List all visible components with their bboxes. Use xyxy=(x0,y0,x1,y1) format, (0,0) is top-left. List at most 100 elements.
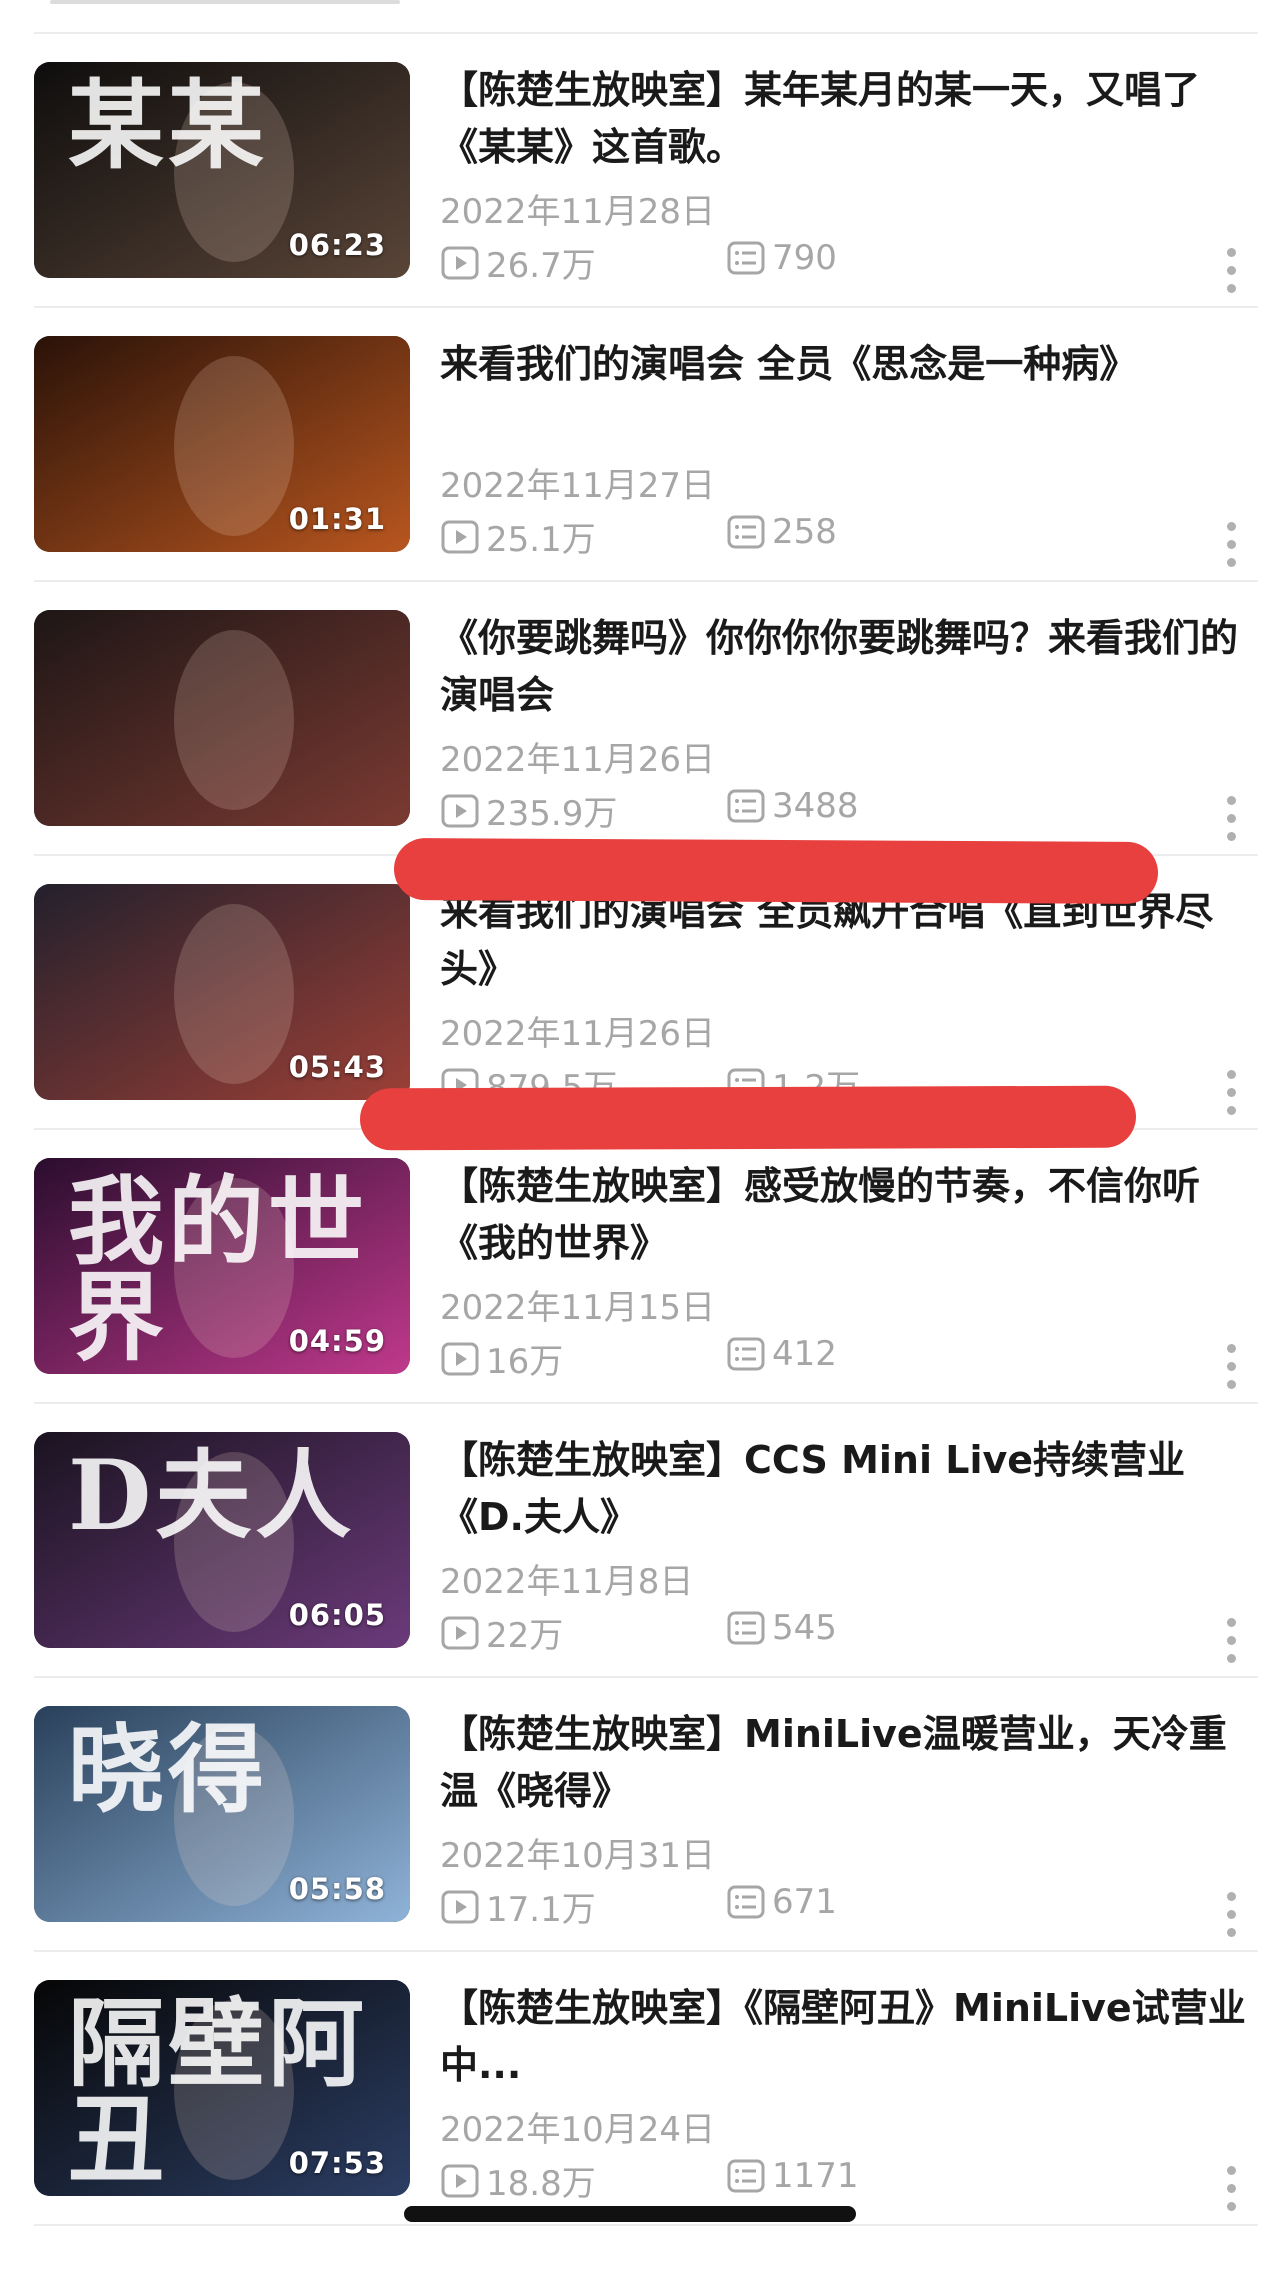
play-icon xyxy=(441,1616,479,1649)
video-duration: 06:05 xyxy=(288,1598,386,1632)
video-title[interactable]: 来看我们的演唱会 全员《思念是一种病》 xyxy=(440,336,1258,393)
upload-date: 2022年11月15日 xyxy=(440,1288,716,1328)
upload-date: 2022年11月28日 xyxy=(440,192,716,232)
comment-count: 258 xyxy=(726,512,837,552)
video-meta: 【陈楚生放映室】某年某月的某一天，又唱了《某某》这首歌。 2022年11月28日… xyxy=(440,62,1258,293)
video-title[interactable]: 【陈楚生放映室】《隔壁阿丑》MiniLive试营业中... xyxy=(440,1980,1258,2094)
view-count: 235.9万 xyxy=(440,786,617,835)
comment-count: 412 xyxy=(726,1334,837,1374)
comment-count-value: 545 xyxy=(772,1608,837,1648)
video-row[interactable]: 我的世界 04:59 【陈楚生放映室】感受放慢的节奏，不信你听《我的世界》 20… xyxy=(34,1130,1258,1404)
red-annotation-stroke xyxy=(359,1085,1137,1151)
comment-count-value: 790 xyxy=(772,238,837,278)
comment-icon xyxy=(727,789,765,823)
thumbnail-art-text: 某某 xyxy=(68,69,268,182)
comment-icon xyxy=(727,241,765,275)
video-meta: 来看我们的演唱会 全员飙升合唱《直到世界尽头》 2022年11月26日 879.… xyxy=(440,884,1258,1115)
play-icon xyxy=(441,1342,479,1375)
video-row[interactable]: 晓得 05:58 【陈楚生放映室】MiniLive温暖营业，天冷重温《晓得》 2… xyxy=(34,1678,1258,1952)
view-count-value: 18.8万 xyxy=(486,2164,596,2204)
view-count: 18.8万 xyxy=(440,2156,596,2205)
video-title[interactable]: 《你要跳舞吗》你你你你要跳舞吗？来看我们的演唱会 xyxy=(440,610,1258,724)
play-icon xyxy=(441,520,479,553)
more-options-icon[interactable] xyxy=(1226,1344,1238,1390)
view-count: 16万 xyxy=(440,1334,563,1383)
comment-icon xyxy=(727,515,765,549)
video-meta: 【陈楚生放映室】感受放慢的节奏，不信你听《我的世界》 2022年11月15日 1… xyxy=(440,1158,1258,1389)
video-thumbnail[interactable]: 某某 06:23 xyxy=(34,62,410,278)
previous-item-stub xyxy=(50,0,400,4)
video-duration: 06:23 xyxy=(288,228,386,262)
video-duration: 01:31 xyxy=(288,502,386,536)
thumbnail-art-text: D夫人 xyxy=(68,1439,356,1552)
thumbnail-art-text: 晓得 xyxy=(68,1713,268,1826)
play-icon xyxy=(441,794,479,827)
comment-count: 790 xyxy=(726,238,837,278)
comment-icon xyxy=(727,1611,765,1645)
comment-count: 1171 xyxy=(726,2156,859,2196)
video-meta: 来看我们的演唱会 全员《思念是一种病》 2022年11月27日 25.1万 25… xyxy=(440,336,1258,567)
view-count-value: 235.9万 xyxy=(486,794,618,834)
play-icon xyxy=(441,1890,479,1923)
more-options-icon[interactable] xyxy=(1226,1618,1238,1664)
upload-date: 2022年11月26日 xyxy=(440,1014,716,1054)
view-count: 25.1万 xyxy=(440,512,596,561)
thumbnail-figure xyxy=(174,356,294,536)
video-row[interactable]: 某某 06:23 【陈楚生放映室】某年某月的某一天，又唱了《某某》这首歌。 20… xyxy=(34,34,1258,308)
comment-count: 671 xyxy=(726,1882,837,1922)
view-count-value: 22万 xyxy=(486,1616,564,1656)
comment-icon xyxy=(727,2159,765,2193)
video-duration: 05:43 xyxy=(288,1050,386,1084)
view-count-value: 17.1万 xyxy=(486,1890,596,1930)
video-row[interactable]: 《你要跳舞吗》你你你你要跳舞吗？来看我们的演唱会 2022年11月26日 235… xyxy=(34,582,1258,856)
upload-date: 2022年11月27日 xyxy=(440,466,716,506)
more-options-icon[interactable] xyxy=(1226,248,1238,294)
more-options-icon[interactable] xyxy=(1226,2166,1238,2212)
video-thumbnail[interactable]: D夫人 06:05 xyxy=(34,1432,410,1648)
video-thumbnail[interactable]: 隔壁阿丑 07:53 xyxy=(34,1980,410,2196)
video-thumbnail[interactable]: 01:31 xyxy=(34,336,410,552)
view-count: 22万 xyxy=(440,1608,563,1657)
thumbnail-figure xyxy=(174,904,294,1084)
video-meta: 【陈楚生放映室】CCS Mini Live持续营业《D.夫人》 2022年11月… xyxy=(440,1432,1258,1663)
video-thumbnail[interactable]: 我的世界 04:59 xyxy=(34,1158,410,1374)
view-count-value: 25.1万 xyxy=(486,520,596,560)
more-options-icon[interactable] xyxy=(1226,522,1238,568)
comment-count-value: 258 xyxy=(772,512,837,552)
comment-count: 3488 xyxy=(726,786,859,826)
more-options-icon[interactable] xyxy=(1226,796,1238,842)
video-title[interactable]: 【陈楚生放映室】感受放慢的节奏，不信你听《我的世界》 xyxy=(440,1158,1258,1272)
play-icon xyxy=(441,246,479,279)
video-thumbnail[interactable]: 05:43 xyxy=(34,884,410,1100)
video-title[interactable]: 【陈楚生放映室】某年某月的某一天，又唱了《某某》这首歌。 xyxy=(440,62,1258,176)
comment-count: 545 xyxy=(726,1608,837,1648)
upload-date: 2022年11月26日 xyxy=(440,740,716,780)
upload-date: 2022年11月8日 xyxy=(440,1562,694,1602)
comment-icon xyxy=(727,1885,765,1919)
comment-count-value: 671 xyxy=(772,1882,837,1922)
more-options-icon[interactable] xyxy=(1226,1892,1238,1938)
video-row[interactable]: 隔壁阿丑 07:53 【陈楚生放映室】《隔壁阿丑》MiniLive试营业中...… xyxy=(34,1952,1258,2226)
video-title[interactable]: 【陈楚生放映室】CCS Mini Live持续营业《D.夫人》 xyxy=(440,1432,1258,1546)
video-meta: 【陈楚生放映室】《隔壁阿丑》MiniLive试营业中... 2022年10月24… xyxy=(440,1980,1258,2211)
upload-date: 2022年10月24日 xyxy=(440,2110,716,2150)
view-count: 26.7万 xyxy=(440,238,596,287)
video-row[interactable]: D夫人 06:05 【陈楚生放映室】CCS Mini Live持续营业《D.夫人… xyxy=(34,1404,1258,1678)
red-annotation-stroke xyxy=(393,838,1159,904)
view-count-value: 16万 xyxy=(486,1342,564,1382)
video-duration: 07:53 xyxy=(288,2146,386,2180)
thumbnail-image xyxy=(34,610,410,826)
video-thumbnail[interactable]: 晓得 05:58 xyxy=(34,1706,410,1922)
video-title[interactable]: 【陈楚生放映室】MiniLive温暖营业，天冷重温《晓得》 xyxy=(440,1706,1258,1820)
more-options-icon[interactable] xyxy=(1226,1070,1238,1116)
view-count: 17.1万 xyxy=(440,1882,596,1931)
video-meta: 【陈楚生放映室】MiniLive温暖营业，天冷重温《晓得》 2022年10月31… xyxy=(440,1706,1258,1937)
comment-icon xyxy=(727,1337,765,1371)
video-duration: 04:59 xyxy=(288,1324,386,1358)
upload-date: 2022年10月31日 xyxy=(440,1836,716,1876)
video-thumbnail[interactable] xyxy=(34,610,410,826)
home-indicator[interactable] xyxy=(404,2206,856,2222)
video-meta: 《你要跳舞吗》你你你你要跳舞吗？来看我们的演唱会 2022年11月26日 235… xyxy=(440,610,1258,841)
video-row[interactable]: 01:31 来看我们的演唱会 全员《思念是一种病》 2022年11月27日 25… xyxy=(34,308,1258,582)
view-count-value: 26.7万 xyxy=(486,246,596,286)
